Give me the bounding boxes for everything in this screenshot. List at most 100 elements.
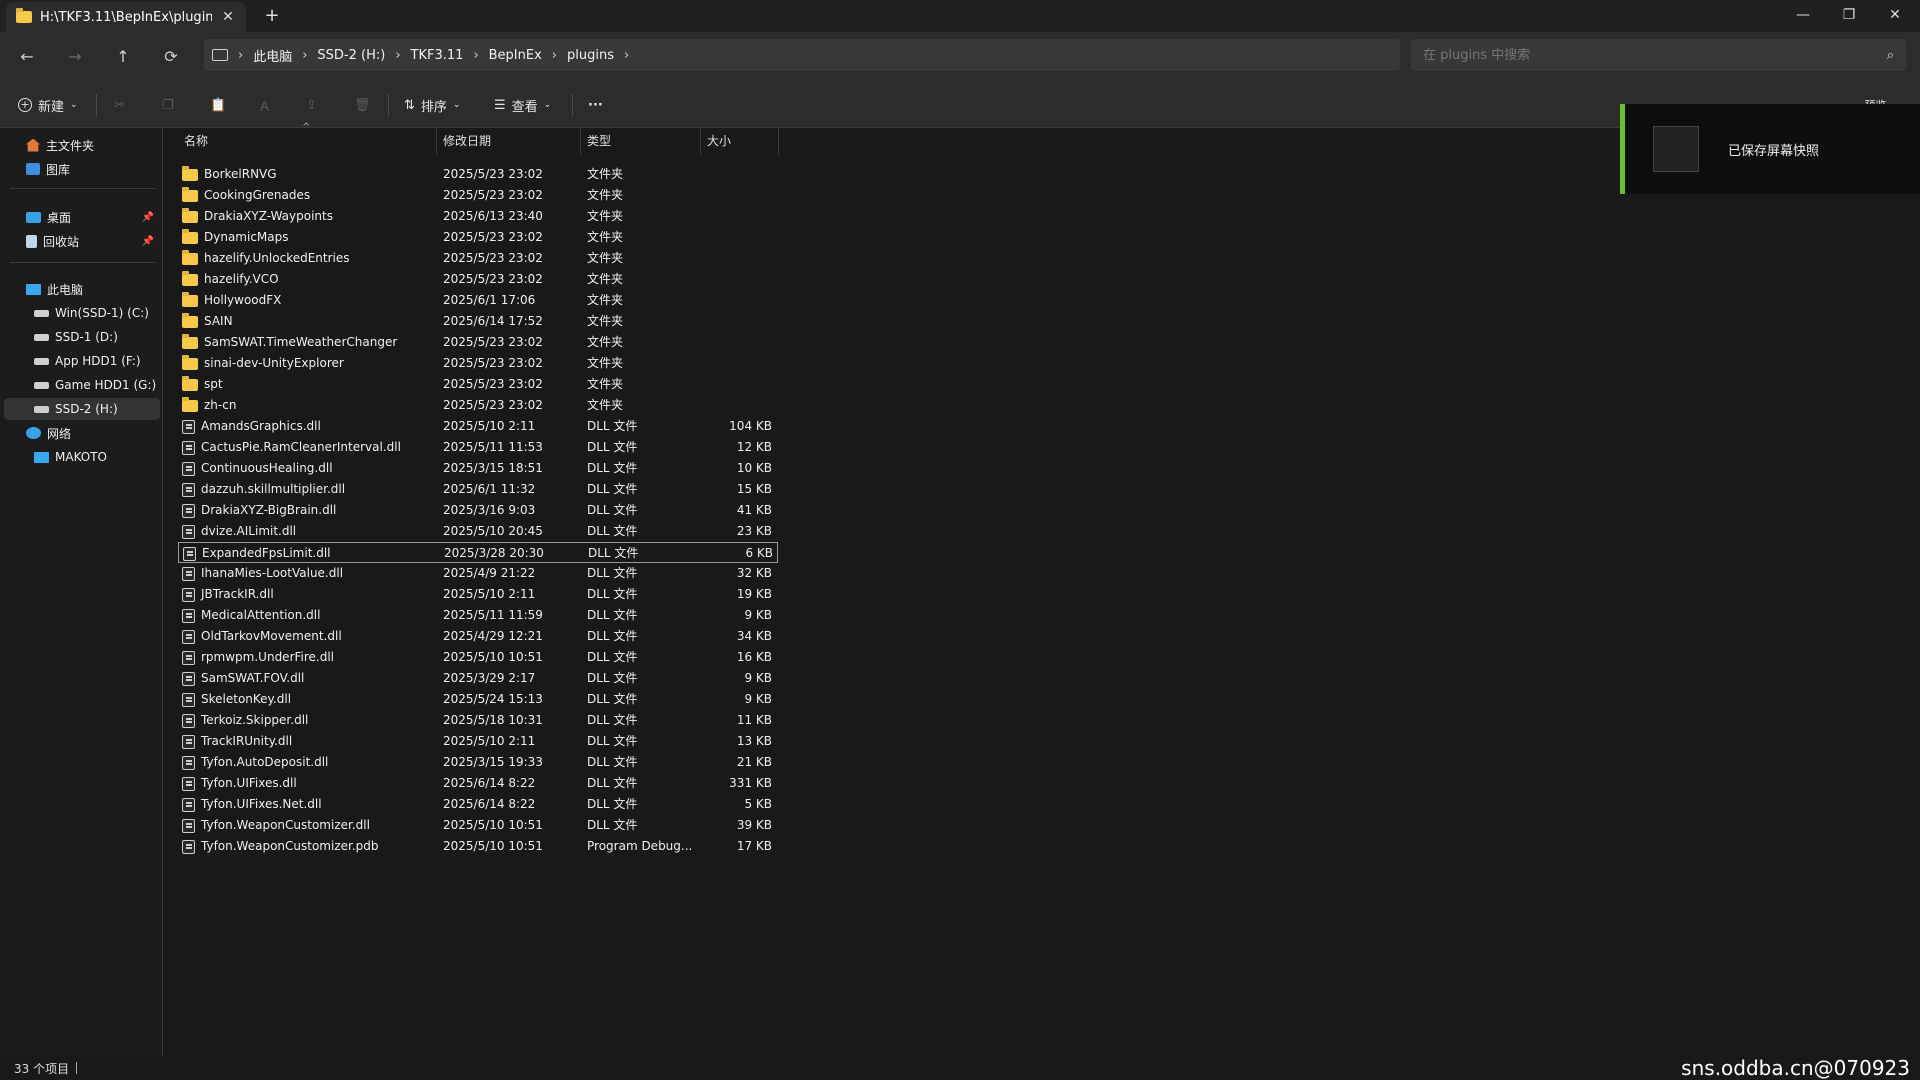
dll-file-icon [182,566,195,581]
breadcrumb-tkf[interactable]: TKF3.11 [411,48,464,63]
file-name: Terkoiz.Skipper.dll [201,713,309,727]
file-date: 2025/5/11 11:59 [443,608,543,622]
divider [96,94,97,116]
file-row[interactable]: HollywoodFX 2025/6/1 17:06 文件夹 [178,290,778,311]
drive-icon [34,405,49,413]
cut-icon[interactable]: ✂ [114,92,125,118]
share-icon[interactable]: ⇪ [306,92,317,118]
search-box[interactable]: ⌕ [1411,39,1906,71]
address-bar[interactable]: › 此电脑 › SSD-2 (H:) › TKF3.11 › BepInEx ›… [204,39,1400,71]
screenshot-notification[interactable]: 已保存屏幕快照 [1620,104,1920,194]
new-tab-button[interactable]: + [262,6,282,26]
file-size [698,164,772,185]
tab-active[interactable]: H:\TKF3.11\BepInEx\plugins ✕ [6,2,246,32]
up-button[interactable]: ↑ [110,44,136,70]
copy-icon[interactable]: ❐ [162,92,174,118]
file-row[interactable]: hazelify.VCO 2025/5/23 23:02 文件夹 [178,269,778,290]
file-row[interactable]: TrackIRUnity.dll 2025/5/10 2:11 DLL 文件 13 K… [178,731,778,752]
file-row[interactable]: DrakiaXYZ-Waypoints 2025/6/13 23:40 文件夹 [178,206,778,227]
rename-icon[interactable]: Ａ [258,92,271,118]
view-button[interactable]: ☰ 查看 ⌄ [494,92,551,118]
file-row[interactable]: rpmwpm.UnderFire.dll 2025/5/10 10:51 DLL 文… [178,647,778,668]
new-label: 新建 [38,99,65,115]
sidebar-item-gallery[interactable]: 图库 [4,158,160,180]
breadcrumb-this-pc[interactable]: 此电脑 [253,46,292,65]
file-date: 2025/5/10 20:45 [443,524,543,538]
forward-button[interactable]: → [62,44,88,70]
delete-icon[interactable]: 🗑 [354,92,371,118]
file-row[interactable]: DynamicMaps 2025/5/23 23:02 文件夹 [178,227,778,248]
file-row[interactable]: hazelify.UnlockedEntries 2025/5/23 23:02 文… [178,248,778,269]
file-date: 2025/4/9 21:22 [443,566,536,580]
sidebar-item-drive-c[interactable]: Win(SSD-1) (C:) [4,302,160,324]
file-row[interactable]: SamSWAT.TimeWeatherChanger 2025/5/23 23:0… [178,332,778,353]
file-size: 11 KB [736,713,772,727]
title-bar: H:\TKF3.11\BepInEx\plugins ✕ + — ❐ ✕ [0,0,1920,32]
file-size: 17 KB [736,839,772,853]
maximize-button[interactable]: ❐ [1826,0,1872,32]
more-options-button[interactable]: ··· [588,92,603,118]
file-row[interactable]: sinai-dev-UnityExplorer 2025/5/23 23:02 文件… [178,353,778,374]
file-row[interactable]: AmandsGraphics.dll 2025/5/10 2:11 DLL 文件 10… [178,416,778,437]
file-row[interactable]: DrakiaXYZ-BigBrain.dll 2025/3/16 9:03 DLL … [178,500,778,521]
file-row[interactable]: spt 2025/5/23 23:02 文件夹 [178,374,778,395]
view-icon: ☰ [494,97,506,113]
file-size: 331 KB [729,776,772,790]
back-button[interactable]: ← [14,44,40,70]
file-row[interactable]: SAIN 2025/6/14 17:52 文件夹 [178,311,778,332]
file-row[interactable]: IhanaMies-LootValue.dll 2025/4/9 21:22 DLL… [178,563,778,584]
file-row[interactable]: JBTrackIR.dll 2025/5/10 2:11 DLL 文件 19 KB [178,584,778,605]
breadcrumb-bepinex[interactable]: BepInEx [489,48,542,63]
search-icon[interactable]: ⌕ [1887,48,1894,63]
file-row[interactable]: ExpandedFpsLimit.dll 2025/3/28 20:30 DLL 文… [178,542,778,563]
breadcrumb-plugins[interactable]: plugins [567,48,614,63]
file-row[interactable]: MedicalAttention.dll 2025/5/11 11:59 DLL 文… [178,605,778,626]
dll-file-icon [182,755,195,770]
sort-button[interactable]: ⇅ 排序 ⌄ [404,92,460,118]
refresh-button[interactable]: ⟳ [158,44,184,70]
sidebar-item-desktop[interactable]: 桌面 📌 [4,206,160,228]
new-button[interactable]: + 新建 ⌄ [18,92,78,118]
file-name: CookingGrenades [204,188,311,202]
file-name-cell: TrackIRUnity.dll [182,731,442,752]
sidebar-item-this-pc[interactable]: 此电脑 [4,278,160,300]
breadcrumb-drive[interactable]: SSD-2 (H:) [317,48,385,63]
file-row[interactable]: dvize.AILimit.dll 2025/5/10 20:45 DLL 文件 23… [178,521,778,542]
sidebar-item-home[interactable]: 主文件夹 [4,134,160,156]
sidebar-item-drive-d[interactable]: SSD-1 (D:) [4,326,160,348]
column-header-size[interactable]: 大小 [701,128,779,155]
file-row[interactable]: SamSWAT.FOV.dll 2025/3/29 2:17 DLL 文件 9 KB [178,668,778,689]
file-row[interactable]: BorkelRNVG 2025/5/23 23:02 文件夹 [178,164,778,185]
file-row[interactable]: Tyfon.UIFixes.Net.dll 2025/6/14 8:22 DLL 文… [178,794,778,815]
computer-icon [26,283,41,295]
minimize-button[interactable]: — [1780,0,1826,32]
file-row[interactable]: dazzuh.skillmultiplier.dll 2025/6/1 11:32… [178,479,778,500]
file-name: ContinuousHealing.dll [201,461,333,475]
sidebar-item-drive-h[interactable]: SSD-2 (H:) [4,398,160,420]
sidebar-item-network[interactable]: 网络 [4,422,160,444]
file-row[interactable]: Tyfon.WeaponCustomizer.dll 2025/5/10 10:5… [178,815,778,836]
file-row[interactable]: ContinuousHealing.dll 2025/3/15 18:51 DLL … [178,458,778,479]
file-row[interactable]: CactusPie.RamCleanerInterval.dll 2025/5/1… [178,437,778,458]
column-header-date[interactable]: 修改日期 [437,128,581,155]
file-row[interactable]: Terkoiz.Skipper.dll 2025/5/18 10:31 DLL 文件… [178,710,778,731]
file-row[interactable]: zh-cn 2025/5/23 23:02 文件夹 [178,395,778,416]
close-window-button[interactable]: ✕ [1872,0,1918,32]
sidebar-item-drive-f[interactable]: App HDD1 (F:) [4,350,160,372]
file-row[interactable]: OldTarkovMovement.dll 2025/4/29 12:21 DLL … [178,626,778,647]
paste-icon[interactable]: 📋 [210,92,226,118]
chevron-right-icon: › [473,47,479,63]
sidebar-item-network-host[interactable]: MAKOTO [4,446,160,468]
search-input[interactable] [1423,47,1887,63]
column-header-type[interactable]: 类型 [581,128,701,155]
file-row[interactable]: SkeletonKey.dll 2025/5/24 15:13 DLL 文件 9 KB [178,689,778,710]
sidebar-item-drive-g[interactable]: Game HDD1 (G:) [4,374,160,396]
file-row[interactable]: Tyfon.WeaponCustomizer.pdb 2025/5/10 10:5… [178,836,778,857]
file-row[interactable]: CookingGrenades 2025/5/23 23:02 文件夹 [178,185,778,206]
file-row[interactable]: Tyfon.AutoDeposit.dll 2025/3/15 19:33 DLL … [178,752,778,773]
file-row[interactable]: Tyfon.UIFixes.dll 2025/6/14 8:22 DLL 文件 331… [178,773,778,794]
close-tab-icon[interactable]: ✕ [220,9,236,25]
sidebar-item-recycle-bin[interactable]: 回收站 📌 [4,230,160,252]
file-date: 2025/5/10 2:11 [443,734,536,748]
chevron-right-icon[interactable]: › [624,48,629,63]
